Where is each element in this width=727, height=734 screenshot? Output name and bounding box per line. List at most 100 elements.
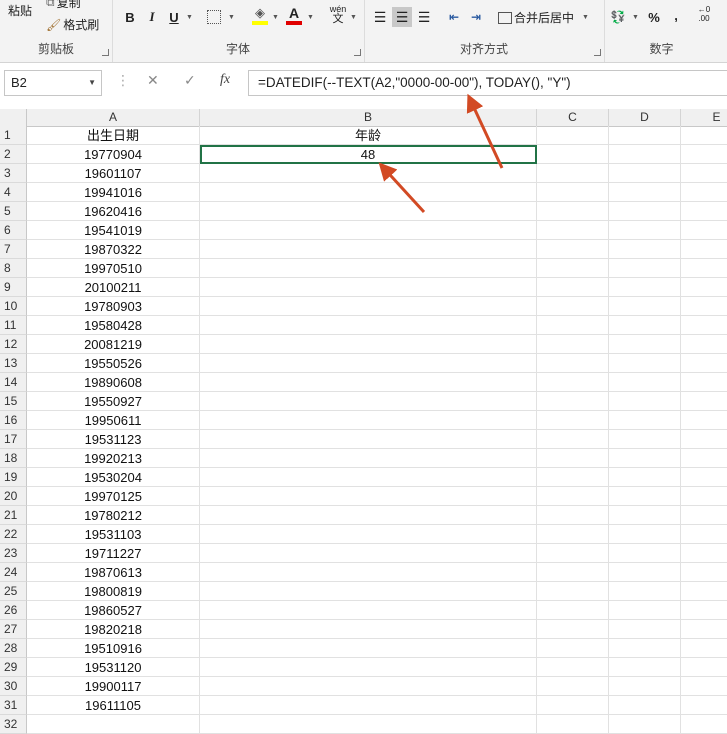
cell-a18[interactable]: 19920213 <box>27 449 200 468</box>
cell-d10[interactable] <box>609 297 681 316</box>
row-header[interactable]: 3 <box>0 164 27 183</box>
cell-e19[interactable] <box>681 468 727 487</box>
cell-a31[interactable]: 19611105 <box>27 696 200 715</box>
cell-e6[interactable] <box>681 221 727 240</box>
cell-b20[interactable] <box>200 487 537 506</box>
cell-b17[interactable] <box>200 430 537 449</box>
italic-button[interactable]: I <box>142 7 162 27</box>
cell-a24[interactable]: 19870613 <box>27 563 200 582</box>
row-header[interactable]: 14 <box>0 373 27 392</box>
row-header[interactable]: 6 <box>0 221 27 240</box>
cell-c14[interactable] <box>537 373 609 392</box>
cell-c5[interactable] <box>537 202 609 221</box>
cell-e7[interactable] <box>681 240 727 259</box>
format-painter-button[interactable]: 🖌 格式刷 <box>46 16 99 33</box>
borders-dropdown-icon[interactable]: ▼ <box>228 14 235 21</box>
cell-e28[interactable] <box>681 639 727 658</box>
cell-a3[interactable]: 19601107 <box>27 164 200 183</box>
cell-b16[interactable] <box>200 411 537 430</box>
cell-a28[interactable]: 19510916 <box>27 639 200 658</box>
cell-e20[interactable] <box>681 487 727 506</box>
cell-b13[interactable] <box>200 354 537 373</box>
cell-a7[interactable]: 19870322 <box>27 240 200 259</box>
row-header[interactable]: 7 <box>0 240 27 259</box>
cell-c7[interactable] <box>537 240 609 259</box>
cell-b19[interactable] <box>200 468 537 487</box>
cell-b1[interactable]: 年龄 <box>200 126 537 145</box>
cell-b24[interactable] <box>200 563 537 582</box>
cell-c11[interactable] <box>537 316 609 335</box>
copy-button[interactable]: ⧉ 复制 <box>46 0 81 11</box>
row-header[interactable]: 12 <box>0 335 27 354</box>
cell-c22[interactable] <box>537 525 609 544</box>
cell-d5[interactable] <box>609 202 681 221</box>
cell-d27[interactable] <box>609 620 681 639</box>
accounting-format-button[interactable]: 💱 <box>608 7 628 27</box>
cell-e27[interactable] <box>681 620 727 639</box>
cell-d22[interactable] <box>609 525 681 544</box>
cell-b14[interactable] <box>200 373 537 392</box>
row-header[interactable]: 25 <box>0 582 27 601</box>
row-header[interactable]: 18 <box>0 449 27 468</box>
row-header[interactable]: 5 <box>0 202 27 221</box>
cell-d18[interactable] <box>609 449 681 468</box>
cell-d28[interactable] <box>609 639 681 658</box>
cell-b8[interactable] <box>200 259 537 278</box>
percent-button[interactable]: % <box>644 7 664 27</box>
cell-c12[interactable] <box>537 335 609 354</box>
align-center-button[interactable]: ☰ <box>392 7 412 27</box>
cell-c3[interactable] <box>537 164 609 183</box>
row-header[interactable]: 28 <box>0 639 27 658</box>
font-launcher-icon[interactable] <box>354 49 361 56</box>
cell-e13[interactable] <box>681 354 727 373</box>
column-header-c[interactable]: C <box>537 109 609 126</box>
row-header[interactable]: 22 <box>0 525 27 544</box>
cell-e21[interactable] <box>681 506 727 525</box>
cell-e8[interactable] <box>681 259 727 278</box>
cell-c13[interactable] <box>537 354 609 373</box>
font-color-dropdown-icon[interactable]: ▼ <box>307 14 314 21</box>
cell-a8[interactable]: 19970510 <box>27 259 200 278</box>
cell-d25[interactable] <box>609 582 681 601</box>
cell-b7[interactable] <box>200 240 537 259</box>
cell-b32[interactable] <box>200 715 537 734</box>
cell-a14[interactable]: 19890608 <box>27 373 200 392</box>
cell-b15[interactable] <box>200 392 537 411</box>
row-header[interactable]: 20 <box>0 487 27 506</box>
increase-indent-button[interactable]: ⇥ <box>466 7 486 27</box>
cell-b22[interactable] <box>200 525 537 544</box>
cell-d2[interactable] <box>609 145 681 164</box>
cell-e12[interactable] <box>681 335 727 354</box>
insert-function-icon[interactable]: fx <box>220 72 230 88</box>
row-header[interactable]: 9 <box>0 278 27 297</box>
row-header[interactable]: 2 <box>0 145 27 164</box>
cell-a12[interactable]: 20081219 <box>27 335 200 354</box>
cell-b2[interactable]: 48 <box>200 145 537 164</box>
phonetic-dropdown-icon[interactable]: ▼ <box>350 14 357 21</box>
cell-e30[interactable] <box>681 677 727 696</box>
cell-e18[interactable] <box>681 449 727 468</box>
cell-a29[interactable]: 19531120 <box>27 658 200 677</box>
name-box[interactable]: B2 ▼ <box>4 70 102 96</box>
row-header[interactable]: 17 <box>0 430 27 449</box>
row-header[interactable]: 32 <box>0 715 27 734</box>
align-left-button[interactable]: ☰ <box>370 7 390 27</box>
cell-e25[interactable] <box>681 582 727 601</box>
underline-button[interactable]: U <box>164 7 184 27</box>
cell-a26[interactable]: 19860527 <box>27 601 200 620</box>
cell-d7[interactable] <box>609 240 681 259</box>
cell-d16[interactable] <box>609 411 681 430</box>
cell-d8[interactable] <box>609 259 681 278</box>
row-header[interactable]: 19 <box>0 468 27 487</box>
cell-a15[interactable]: 19550927 <box>27 392 200 411</box>
cell-c27[interactable] <box>537 620 609 639</box>
cell-b21[interactable] <box>200 506 537 525</box>
row-header[interactable]: 1 <box>0 126 27 145</box>
cell-d20[interactable] <box>609 487 681 506</box>
cell-d29[interactable] <box>609 658 681 677</box>
cell-e16[interactable] <box>681 411 727 430</box>
cell-c30[interactable] <box>537 677 609 696</box>
cell-e26[interactable] <box>681 601 727 620</box>
cell-a17[interactable]: 19531123 <box>27 430 200 449</box>
cell-c28[interactable] <box>537 639 609 658</box>
